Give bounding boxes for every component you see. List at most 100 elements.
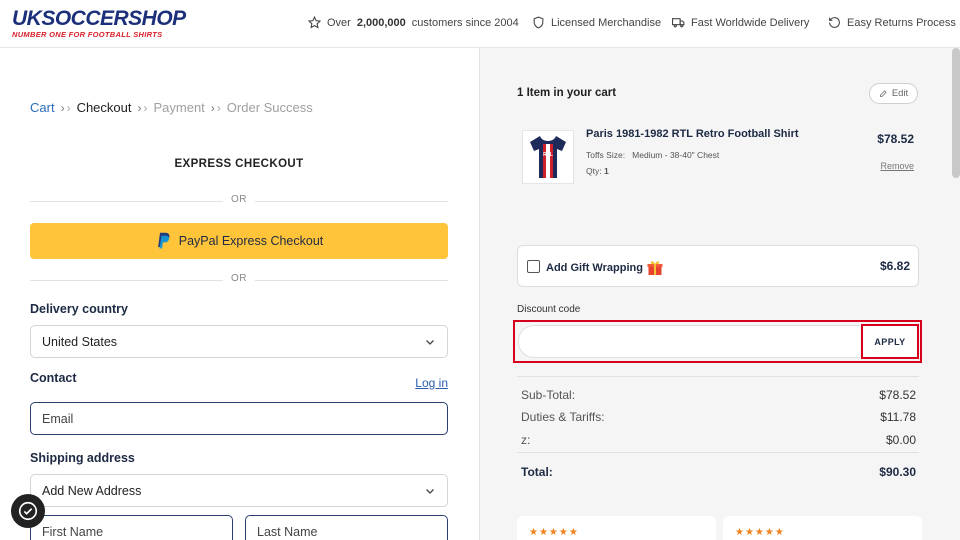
apply-discount-button[interactable]: APPLY xyxy=(861,324,919,359)
login-link[interactable]: Log in xyxy=(415,376,448,390)
rating-stars: ★★★★★ xyxy=(529,527,579,538)
header-delivery: Fast Worldwide Delivery xyxy=(672,16,809,29)
customers-suffix: customers since 2004 xyxy=(411,16,519,29)
breadcrumb-separator: › xyxy=(137,100,142,115)
size-label: Toffs Size: xyxy=(586,150,626,160)
breadcrumb-separator: › xyxy=(143,100,148,115)
address-select-value: Add New Address xyxy=(42,483,142,498)
truck-icon xyxy=(672,18,685,28)
svg-text:RTL: RTL xyxy=(543,152,553,158)
returns-text: Easy Returns Process xyxy=(847,16,956,29)
licensed-text: Licensed Merchandise xyxy=(551,16,662,29)
header-returns: Easy Returns Process xyxy=(828,16,956,29)
subtotal-label: Sub-Total: xyxy=(521,388,576,402)
duties-label: Duties & Tariffs: xyxy=(521,410,605,424)
delivery-country-value: United States xyxy=(42,334,118,349)
order-summary-panel: 1 Item in your cart Edit RTL Paris 1981-… xyxy=(479,48,960,540)
discount-code-input[interactable] xyxy=(518,325,860,358)
discount-code-label: Discount code xyxy=(517,304,581,315)
return-icon xyxy=(829,17,840,28)
qty-value: 1 xyxy=(603,166,609,176)
paypal-express-button[interactable]: PayPal Express Checkout xyxy=(30,223,448,259)
total-label: Total: xyxy=(521,465,553,479)
star-icon xyxy=(308,16,321,29)
first-name-field[interactable]: First Name xyxy=(30,515,233,540)
chevron-down-icon xyxy=(426,340,434,345)
product-qty: Qty: 1 xyxy=(586,166,609,176)
or-divider: OR xyxy=(30,273,448,287)
gift-wrapping-price: $6.82 xyxy=(879,259,910,273)
breadcrumb-payment: Payment xyxy=(153,100,205,115)
product-size: Toffs Size: Medium - 38-40" Chest xyxy=(586,150,719,160)
gift-wrapping-option[interactable]: Add Gift Wrapping $6.82 xyxy=(517,245,919,287)
shipping-row: z: $0.00 xyxy=(521,433,916,447)
address-select[interactable]: Add New Address xyxy=(30,474,448,507)
subtotal-value: $78.52 xyxy=(879,388,916,402)
header-customers: Over 2,000,000 customers since 2004 xyxy=(308,16,519,29)
breadcrumb-order-success: Order Success xyxy=(226,100,313,115)
qty-label: Qty: xyxy=(586,166,602,176)
express-checkout-title: EXPRESS CHECKOUT xyxy=(174,158,304,170)
page-scrollbar[interactable] xyxy=(952,48,960,178)
product-name[interactable]: Paris 1981-1982 RTL Retro Football Shirt xyxy=(586,128,826,140)
paypal-label: PayPal Express Checkout xyxy=(178,234,324,248)
gift-wrapping-text: Add Gift Wrapping xyxy=(546,262,643,274)
paypal-icon xyxy=(157,232,170,249)
summary-divider xyxy=(517,376,919,377)
edit-cart-button[interactable]: Edit xyxy=(869,83,918,104)
or-divider: OR xyxy=(30,194,448,208)
breadcrumb-separator: › xyxy=(216,100,221,115)
header-licensed: Licensed Merchandise xyxy=(532,16,661,29)
breadcrumb-separator: › xyxy=(210,100,215,115)
rating-stars: ★★★★★ xyxy=(735,527,785,538)
review-card: ★★★★★ xyxy=(723,516,922,540)
total-value: $90.30 xyxy=(879,465,916,479)
last-name-placeholder: Last Name xyxy=(257,524,318,539)
subtotal-row: Sub-Total: $78.52 xyxy=(521,388,916,402)
cart-title: 1 Item in your cart xyxy=(517,87,617,99)
duties-value: $11.78 xyxy=(880,410,916,424)
delivery-text: Fast Worldwide Delivery xyxy=(691,16,810,29)
contact-label: Contact xyxy=(30,371,77,385)
breadcrumb: Cart › › Checkout › › Payment › › Order … xyxy=(30,100,313,115)
email-placeholder: Email xyxy=(42,411,74,426)
review-card: ★★★★★ xyxy=(517,516,716,540)
remove-item-link[interactable]: Remove xyxy=(880,161,914,171)
product-price: $78.52 xyxy=(877,132,914,146)
breadcrumb-cart[interactable]: Cart xyxy=(30,100,55,115)
chevron-down-icon xyxy=(426,489,434,494)
product-image[interactable]: RTL xyxy=(522,130,574,184)
gift-wrapping-checkbox[interactable] xyxy=(527,260,540,273)
checkout-form-panel: Cart › › Checkout › › Payment › › Order … xyxy=(0,48,479,540)
last-name-field[interactable]: Last Name xyxy=(245,515,448,540)
shipping-address-label: Shipping address xyxy=(30,451,135,465)
logo-text: UKSOCCERSHOP xyxy=(12,7,186,30)
delivery-country-select[interactable]: United States xyxy=(30,325,448,358)
or-text: OR xyxy=(223,273,255,284)
first-name-placeholder: First Name xyxy=(42,524,104,539)
customers-prefix: Over xyxy=(327,16,351,29)
shipping-label: z: xyxy=(521,433,531,447)
shield-icon xyxy=(533,16,544,29)
gift-wrapping-label: Add Gift Wrapping xyxy=(546,260,663,276)
site-header: UKSOCCERSHOP NUMBER ONE FOR FOOTBALL SHI… xyxy=(0,0,960,48)
size-value: Medium - 38-40" Chest xyxy=(632,150,720,160)
accessibility-button[interactable] xyxy=(11,494,45,528)
breadcrumb-separator: › xyxy=(60,100,65,115)
breadcrumb-checkout: Checkout xyxy=(76,100,132,115)
email-field[interactable]: Email xyxy=(30,402,448,435)
or-text: OR xyxy=(223,194,255,205)
site-logo[interactable]: UKSOCCERSHOP NUMBER ONE FOR FOOTBALL SHI… xyxy=(12,7,202,40)
total-row: Total: $90.30 xyxy=(521,465,916,479)
accessibility-icon xyxy=(18,501,38,521)
gift-icon xyxy=(647,261,663,275)
delivery-country-label: Delivery country xyxy=(30,302,128,316)
logo-tagline: NUMBER ONE FOR FOOTBALL SHIRTS xyxy=(12,30,163,39)
shipping-value: $0.00 xyxy=(885,433,916,447)
breadcrumb-separator: › xyxy=(66,100,71,115)
pencil-icon xyxy=(879,90,887,97)
football-shirt-icon: RTL xyxy=(530,136,566,178)
edit-label: Edit xyxy=(891,88,909,99)
duties-row: Duties & Tariffs: $11.78 xyxy=(521,410,916,424)
customers-count: 2,000,000 xyxy=(356,16,406,29)
